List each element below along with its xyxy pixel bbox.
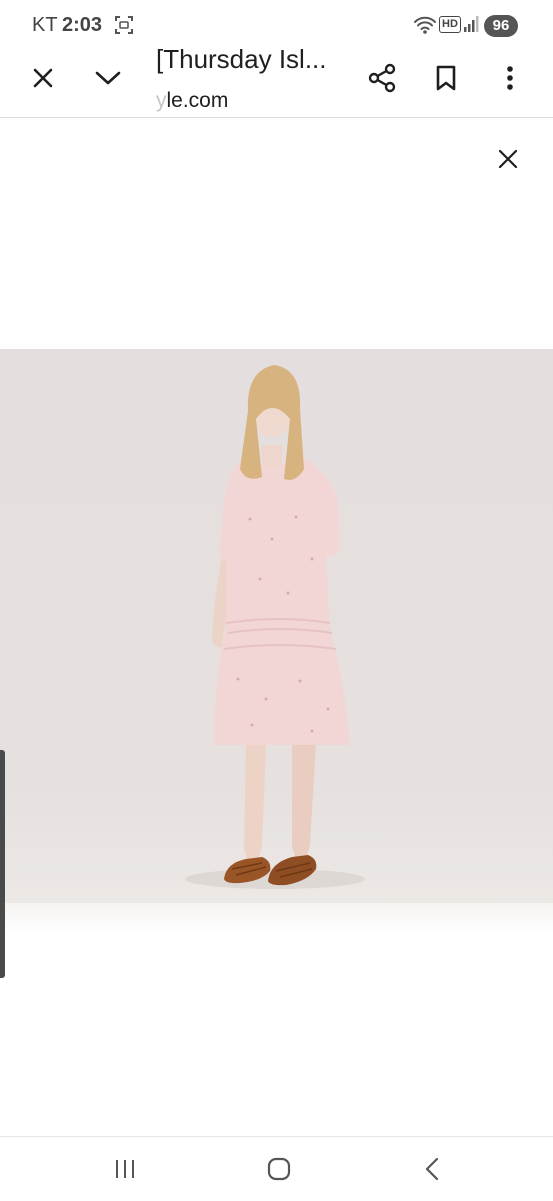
screenshot-icon <box>115 16 133 34</box>
clock: 2:03 <box>62 14 103 36</box>
edge-panel-handle[interactable] <box>0 750 5 978</box>
url-faded-part: y <box>156 89 167 112</box>
page-title[interactable]: [Thursday Isl... <box>156 44 327 75</box>
url-domain: le.com <box>166 89 229 112</box>
signal-icon <box>464 16 479 32</box>
carrier-label: KT <box>32 14 58 36</box>
photo-reflection <box>0 903 553 933</box>
share-icon[interactable] <box>362 58 402 98</box>
close-icon[interactable] <box>23 58 63 98</box>
back-icon[interactable] <box>418 1154 448 1184</box>
chevron-down-icon[interactable] <box>88 58 128 98</box>
model-figure <box>185 365 365 889</box>
battery-indicator: 96 <box>484 15 518 37</box>
viewer-close-icon[interactable] <box>494 145 522 173</box>
recents-icon[interactable] <box>110 1154 140 1184</box>
page-url[interactable]: yle.com <box>156 89 228 113</box>
bookmark-icon[interactable] <box>426 58 466 98</box>
toolbar-divider <box>0 117 553 118</box>
home-icon[interactable] <box>264 1154 294 1184</box>
hd-badge: HD <box>439 16 461 33</box>
wifi-icon <box>414 16 436 34</box>
more-vert-icon[interactable] <box>490 58 530 98</box>
product-photo[interactable] <box>0 349 553 903</box>
